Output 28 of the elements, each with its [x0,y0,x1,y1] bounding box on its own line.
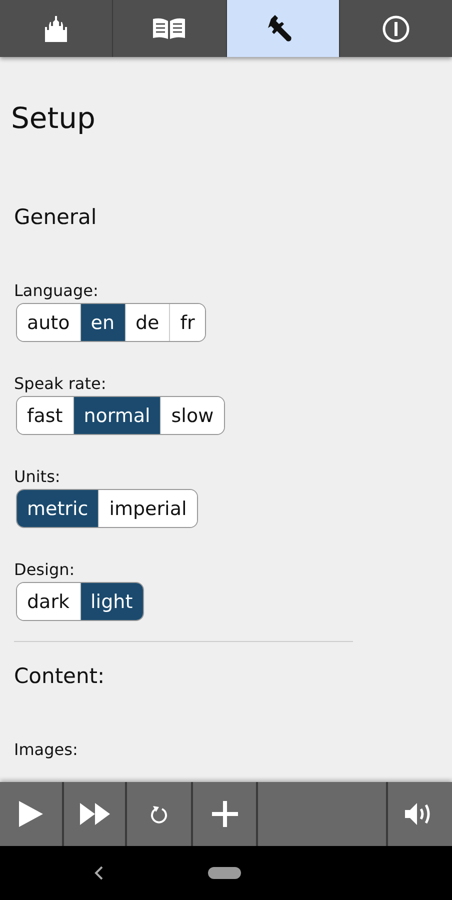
option-button[interactable]: fast [17,397,74,434]
option-button[interactable]: metric [17,490,100,527]
option-button[interactable]: light [80,583,143,620]
setting-label: Speak rate: [14,374,108,393]
info-icon [382,14,410,42]
book-icon [151,16,188,40]
option-button[interactable]: dark [17,583,81,620]
castle-icon [45,16,68,42]
play-icon [19,801,43,827]
tab[interactable] [113,0,226,57]
setting-label: Language: [14,281,100,300]
option-button[interactable]: normal [74,397,162,434]
fast-forward-icon [80,803,110,825]
back-icon [94,865,104,881]
tab[interactable] [226,0,340,57]
page-title: Setup [11,101,96,135]
setting-label: Images: [14,740,79,759]
option-button[interactable]: en [80,304,126,341]
option-button[interactable]: auto [17,304,81,341]
home-pill[interactable] [208,867,241,879]
setting-label: Design: [14,560,76,579]
reload-icon [150,804,168,824]
section-heading: General [14,205,98,229]
tab[interactable] [340,0,452,57]
setting-label: Units: [14,467,62,486]
section-heading: Content: [14,664,106,688]
plus-icon [212,801,238,827]
tab[interactable] [0,0,114,57]
